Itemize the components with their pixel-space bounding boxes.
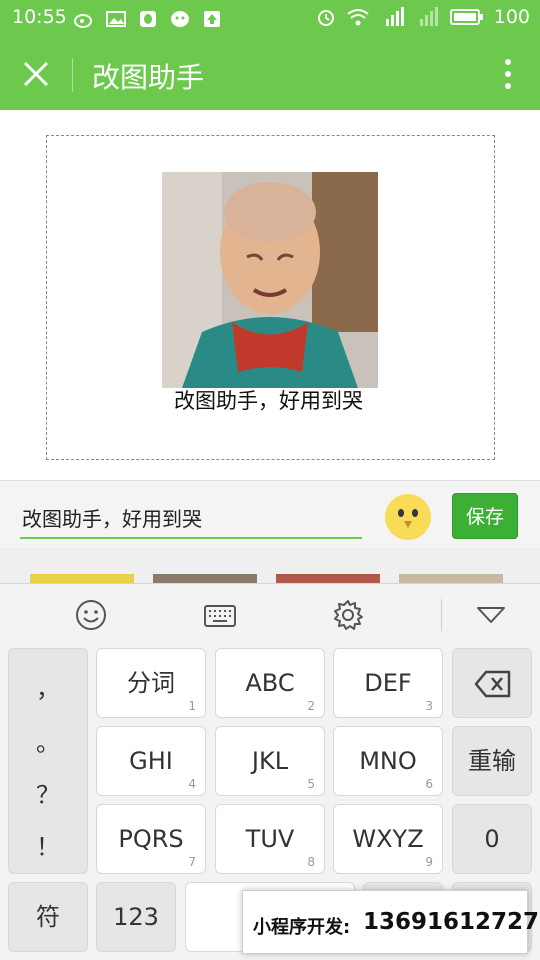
num123-key[interactable]: 123 <box>96 882 176 952</box>
signal-empty-icon <box>419 7 438 26</box>
emoji-button-icon[interactable] <box>384 493 432 541</box>
page-title: 改图助手 <box>92 61 205 94</box>
watermark-label: 小程序开发: <box>253 917 351 938</box>
keyboard-icon[interactable] <box>203 598 237 632</box>
battery-level: 100 <box>493 6 530 28</box>
key-4[interactable]: GHI 4 <box>96 726 206 796</box>
wechat-icon <box>171 11 189 27</box>
punct-question[interactable]: ？ <box>9 775 87 810</box>
caption-input[interactable] <box>20 497 362 539</box>
watermark-phone: 13691612727 <box>363 909 540 935</box>
status-bar: 10:55 100 <box>0 0 540 38</box>
collapse-icon[interactable] <box>474 598 508 632</box>
key-3[interactable]: DEF 3 <box>333 648 443 718</box>
key-1[interactable]: 分词 1 <box>96 648 206 718</box>
title-divider <box>72 58 73 92</box>
toolbar-separator <box>441 599 442 631</box>
key-9[interactable]: WXYZ 9 <box>333 804 443 874</box>
weibo-icon <box>74 14 92 28</box>
meme-caption: 改图助手，好用到哭 <box>174 389 363 413</box>
image-icon <box>106 11 126 27</box>
key-8[interactable]: TUV 8 <box>215 804 325 874</box>
notification-icons <box>74 9 222 29</box>
battery-icon <box>449 9 483 25</box>
key-5[interactable]: JKL 5 <box>215 726 325 796</box>
punct-comma[interactable]: ， <box>9 669 87 704</box>
reenter-key[interactable]: 重输 <box>452 726 532 796</box>
gear-icon[interactable] <box>331 598 365 632</box>
smiley-icon[interactable] <box>74 598 108 632</box>
editor-area: 改图助手，好用到哭 <box>0 110 540 480</box>
punct-period[interactable]: 。 <box>9 723 87 758</box>
meme-canvas[interactable]: 改图助手，好用到哭 <box>46 135 495 460</box>
close-icon[interactable] <box>22 60 50 88</box>
caption-input-row: 保存 <box>0 480 540 548</box>
title-bar: 改图助手 <box>0 38 540 110</box>
wifi-icon <box>347 9 369 26</box>
upload-icon <box>204 11 220 27</box>
qq-icon <box>140 11 156 27</box>
more-icon[interactable] <box>504 58 512 90</box>
key-6[interactable]: MNO 6 <box>333 726 443 796</box>
symbol-key[interactable]: 符 <box>8 882 88 952</box>
keyboard-toolbar <box>0 584 540 646</box>
key-0[interactable]: 0 <box>452 804 532 874</box>
meme-image <box>162 172 378 388</box>
signal-4g-icon <box>385 7 404 26</box>
punct-exclaim[interactable]: ！ <box>9 827 87 862</box>
alarm-icon <box>317 10 334 26</box>
key-2[interactable]: ABC 2 <box>215 648 325 718</box>
backspace-icon <box>474 670 511 698</box>
system-icons: 100 <box>316 6 540 28</box>
status-time: 10:55 <box>12 6 67 28</box>
save-button[interactable]: 保存 <box>452 493 518 539</box>
punctuation-column[interactable]: ， 。 ？ ！ <box>8 648 88 874</box>
backspace-key[interactable] <box>452 648 532 718</box>
key-7[interactable]: PQRS 7 <box>96 804 206 874</box>
contact-watermark: 小程序开发: 13691612727 <box>242 890 539 954</box>
